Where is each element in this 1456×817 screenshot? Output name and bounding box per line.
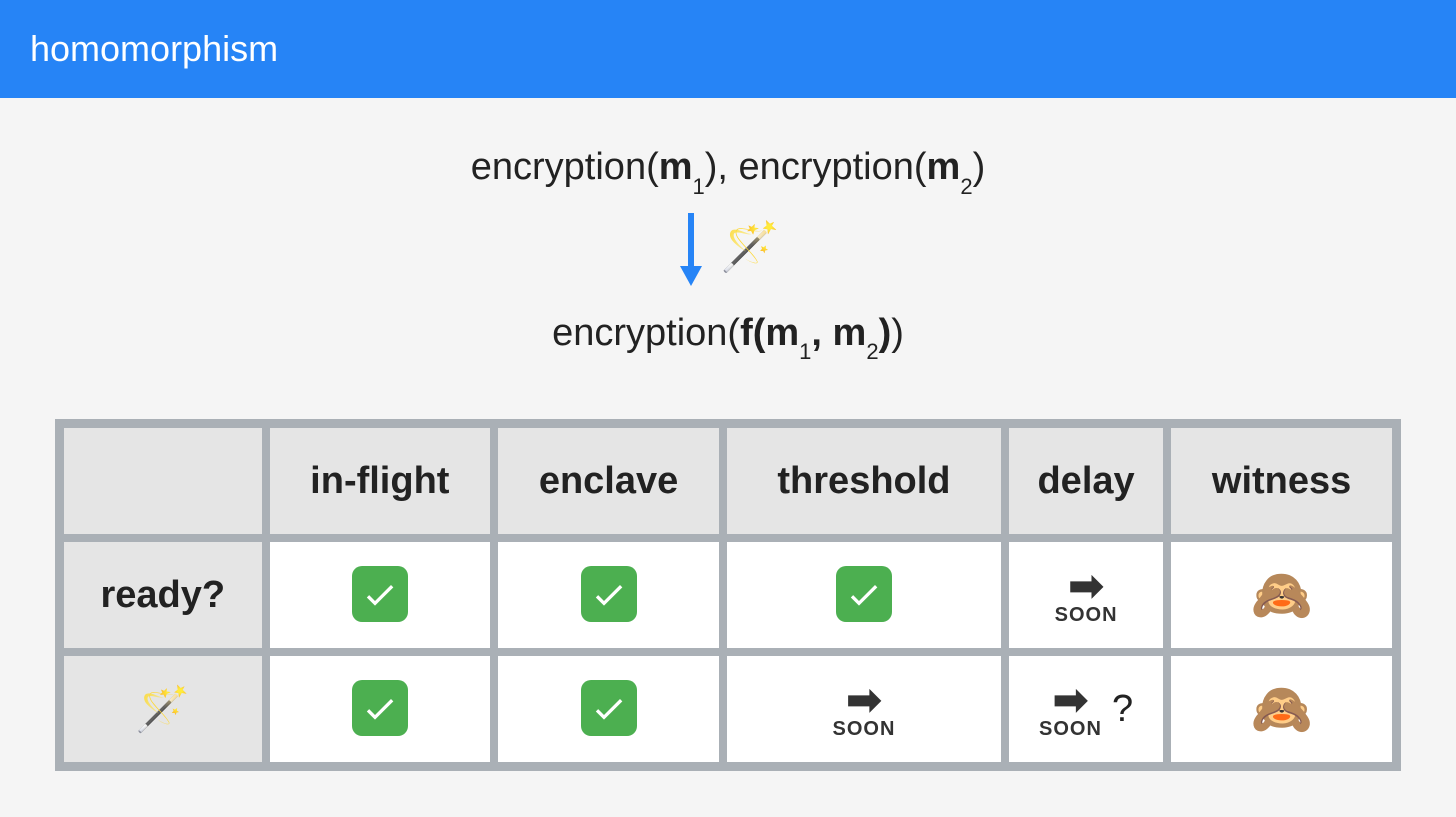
down-arrow-icon: [676, 208, 706, 288]
comparison-table: in-flight enclave threshold delay witnes…: [55, 419, 1401, 771]
table-cell: ➡SOON: [1008, 541, 1164, 649]
sub-2a: 2: [960, 174, 972, 199]
table-cell: [726, 541, 1002, 649]
comparison-table-wrap: in-flight enclave threshold delay witnes…: [55, 419, 1401, 771]
row-header: 🪄: [63, 655, 263, 763]
table-cell: [269, 541, 492, 649]
col-header-witness: witness: [1170, 427, 1393, 535]
table-cell: ➡SOON?: [1008, 655, 1164, 763]
table-cell: 🙈: [1170, 655, 1393, 763]
see-no-evil-icon: 🙈: [1250, 681, 1312, 737]
soon-label: SOON: [1039, 719, 1102, 739]
formula-line-1: encryption(m1), encryption(m2): [55, 146, 1401, 194]
check-icon: [352, 680, 408, 736]
right-arrow-icon: ➡: [1053, 679, 1088, 721]
page-title: homomorphism: [30, 28, 278, 70]
magic-wand-icon: 🪄: [720, 224, 780, 272]
formula-line-2: encryption(f(m1, m2)): [55, 312, 1401, 360]
magic-wand-icon: 🪄: [135, 685, 190, 734]
table-cell: ➡SOON: [726, 655, 1002, 763]
m-var-4: m: [833, 312, 867, 354]
table-cell: [497, 655, 720, 763]
check-icon: [352, 566, 408, 622]
col-header-enclave: enclave: [497, 427, 720, 535]
table-cell: [269, 655, 492, 763]
col-header-delay: delay: [1008, 427, 1164, 535]
see-no-evil-icon: 🙈: [1250, 567, 1312, 623]
soon-badge: ➡SOON?: [1039, 679, 1133, 739]
m-var-3: m: [765, 312, 799, 354]
sub-2b: 2: [866, 339, 878, 364]
f-open: f(: [740, 312, 765, 354]
check-icon: [836, 566, 892, 622]
enc-sep: ), encryption(: [705, 146, 927, 188]
check-icon: [581, 566, 637, 622]
table-row: 🪄➡SOON➡SOON?🙈: [63, 655, 1393, 763]
m-var-1: m: [659, 146, 693, 188]
table-header-row: in-flight enclave threshold delay witnes…: [63, 427, 1393, 535]
m-var-2: m: [927, 146, 961, 188]
check-icon: [581, 680, 637, 736]
sub-1a: 1: [693, 174, 705, 199]
right-arrow-icon: ➡: [846, 679, 881, 721]
col-header-in-flight: in-flight: [269, 427, 492, 535]
right-arrow-icon: ➡: [1068, 565, 1103, 607]
enc-close-1: ): [973, 146, 986, 188]
enc-prefix-2: encryption(: [552, 312, 740, 354]
table-row: ready? ➡SOON 🙈: [63, 541, 1393, 649]
col-header-blank: [63, 427, 263, 535]
soon-badge: ➡SOON: [833, 679, 896, 739]
sub-1b: 1: [799, 339, 811, 364]
table-cell: [497, 541, 720, 649]
row-header: ready?: [63, 541, 263, 649]
enc-prefix-1: encryption(: [471, 146, 659, 188]
question-mark: ?: [1112, 688, 1133, 731]
formula-block: encryption(m1), encryption(m2) 🪄 encrypt…: [55, 146, 1401, 359]
f-comma: ,: [811, 312, 832, 354]
soon-label: SOON: [833, 719, 896, 739]
main-content: encryption(m1), encryption(m2) 🪄 encrypt…: [0, 98, 1456, 771]
table-body: ready?➡SOON🙈🪄➡SOON➡SOON?🙈: [63, 541, 1393, 763]
soon-badge: ➡SOON: [1055, 565, 1118, 625]
enc-close-2: ): [891, 312, 904, 354]
table-cell: 🙈: [1170, 541, 1393, 649]
col-header-threshold: threshold: [726, 427, 1002, 535]
header-bar: homomorphism: [0, 0, 1456, 98]
transform-arrow-row: 🪄: [55, 208, 1401, 288]
f-close-paren: ): [879, 312, 892, 354]
soon-label: SOON: [1055, 605, 1118, 625]
